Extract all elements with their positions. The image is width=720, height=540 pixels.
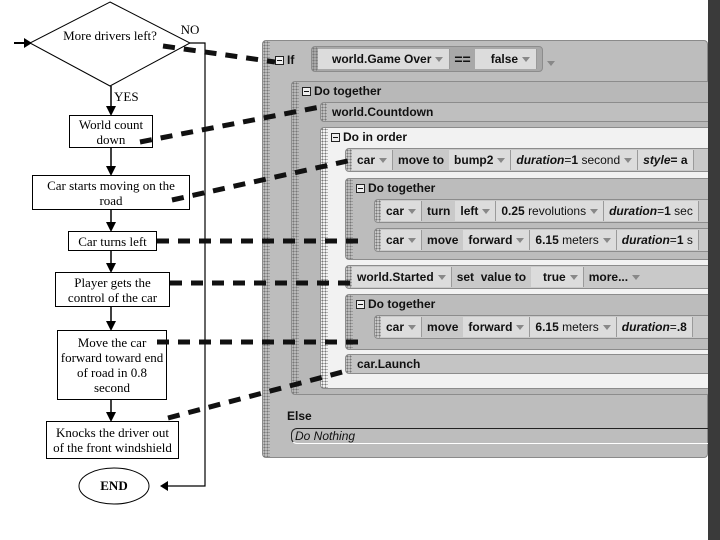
- decision-diamond: [28, 1, 192, 87]
- if-label: If: [287, 53, 295, 67]
- step-move-forward: Move the car forward toward end of road …: [57, 330, 167, 400]
- amount-dropdown[interactable]: 6.15 meters: [530, 230, 617, 250]
- if-condition[interactable]: world.Game Over == false: [311, 46, 543, 72]
- method-label: move: [427, 233, 459, 247]
- end-label: END: [100, 478, 128, 493]
- else-label: Else: [287, 409, 312, 423]
- countdown-label: world.Countdown: [332, 105, 434, 119]
- collapse-icon[interactable]: [356, 184, 365, 193]
- chevron-down-icon: [602, 237, 611, 243]
- no-branch-arrowhead: [160, 481, 168, 491]
- object-dropdown[interactable]: car: [381, 317, 423, 337]
- duration-dropdown[interactable]: duration = 1 s: [616, 230, 699, 250]
- condition-left-dropdown[interactable]: world.Game Over: [318, 49, 451, 69]
- do-together-label: Do together: [314, 84, 382, 98]
- step-car-starts-moving: Car starts moving on the road: [32, 175, 190, 210]
- drag-grip[interactable]: [263, 41, 270, 457]
- chevron-down-icon: [437, 274, 446, 280]
- statement-move-forward-1[interactable]: car move forward 6.15 meters duration = …: [374, 228, 720, 252]
- step-car-turns-left: Car turns left: [68, 231, 157, 251]
- statement-turn[interactable]: car turn left 0.25 revolutions duration …: [374, 199, 720, 223]
- if-else-block: If world.Game Over == false Do together …: [262, 40, 720, 458]
- chevron-down-icon: [408, 324, 417, 330]
- do-together-block: Do together world.Countdown Do in order …: [291, 81, 720, 395]
- method-label: move: [427, 320, 459, 334]
- chevron-down-icon: [602, 324, 611, 330]
- do-in-order-label: Do in order: [343, 130, 408, 144]
- target-dropdown[interactable]: bump2: [449, 150, 512, 170]
- chevron-down-icon: [435, 56, 444, 62]
- statement-move-forward-2[interactable]: car move forward 6.15 meters duration = …: [374, 315, 720, 339]
- condition-operator: ==: [454, 51, 471, 67]
- object-dropdown[interactable]: car: [381, 230, 423, 250]
- do-in-order-block: Do in order car move to bump2 duration =…: [320, 127, 720, 389]
- object-dropdown[interactable]: world.Started: [352, 267, 452, 287]
- amount-dropdown[interactable]: 0.25 revolutions: [496, 201, 605, 221]
- no-label: NO: [180, 22, 200, 37]
- method-label: move to: [398, 153, 445, 167]
- object-dropdown[interactable]: car: [381, 201, 423, 221]
- step-knock-driver: Knocks the driver out of the front winds…: [46, 421, 179, 459]
- chevron-down-icon: [569, 274, 578, 280]
- amount-dropdown[interactable]: 6.15 meters: [530, 317, 617, 337]
- window-edge: [708, 0, 720, 540]
- statement-set-started[interactable]: world.Started set value to true more...: [345, 265, 720, 289]
- statement-move-to[interactable]: car move to bump2 duration = 1 second st…: [345, 148, 720, 172]
- collapse-icon[interactable]: [356, 300, 365, 309]
- entry-arrowhead: [24, 38, 32, 48]
- else-do-nothing[interactable]: Do Nothing: [291, 428, 709, 444]
- value-dropdown[interactable]: true: [531, 267, 584, 287]
- condition-more-dropdown[interactable]: [543, 55, 555, 73]
- chevron-down-icon: [516, 324, 525, 330]
- method-label: set value to: [456, 270, 527, 284]
- more-dropdown[interactable]: more...: [584, 267, 645, 287]
- statement-world-countdown[interactable]: world.Countdown: [320, 102, 720, 122]
- duration-dropdown[interactable]: duration = .8: [616, 317, 693, 337]
- duration-dropdown[interactable]: duration = 1 second: [511, 150, 639, 170]
- if-header: If: [275, 53, 294, 67]
- map-line-decision-if: [162, 43, 276, 65]
- step-world-countdown: World count down: [69, 115, 153, 148]
- condition-right-dropdown[interactable]: false: [474, 49, 538, 69]
- direction-dropdown[interactable]: forward: [463, 230, 531, 250]
- yes-label: YES: [114, 89, 139, 104]
- method-label: turn: [427, 204, 451, 218]
- chevron-down-icon: [379, 157, 388, 163]
- decision-text: More drivers left?: [63, 28, 157, 43]
- chevron-down-icon: [624, 157, 633, 163]
- collapse-icon[interactable]: [275, 56, 284, 65]
- collapse-icon[interactable]: [302, 87, 311, 96]
- chevron-down-icon: [516, 237, 525, 243]
- direction-dropdown[interactable]: forward: [463, 317, 531, 337]
- chevron-down-icon: [590, 208, 599, 214]
- statement-car-launch[interactable]: car.Launch: [345, 354, 720, 374]
- do-together-block-3: Do together car move forward 6.15 meters…: [345, 294, 720, 350]
- direction-dropdown[interactable]: left: [455, 201, 497, 221]
- do-together-label: Do together: [368, 181, 436, 195]
- chevron-down-icon: [632, 274, 641, 280]
- style-dropdown[interactable]: style = a: [638, 150, 694, 170]
- duration-dropdown[interactable]: duration = 1 sec: [604, 201, 699, 221]
- no-branch-line: [163, 42, 206, 487]
- chevron-down-icon: [482, 208, 491, 214]
- chevron-down-icon: [408, 237, 417, 243]
- do-together-label: Do together: [368, 297, 436, 311]
- object-dropdown[interactable]: car: [352, 150, 394, 170]
- chevron-down-icon: [547, 61, 555, 67]
- collapse-icon[interactable]: [331, 133, 340, 142]
- chevron-down-icon: [522, 56, 531, 62]
- do-together-block-2: Do together car turn left 0.25 revolutio…: [345, 178, 720, 260]
- chevron-down-icon: [408, 208, 417, 214]
- step-player-control: Player gets the control of the car: [55, 272, 170, 307]
- launch-label: car.Launch: [357, 357, 421, 371]
- chevron-down-icon: [497, 157, 506, 163]
